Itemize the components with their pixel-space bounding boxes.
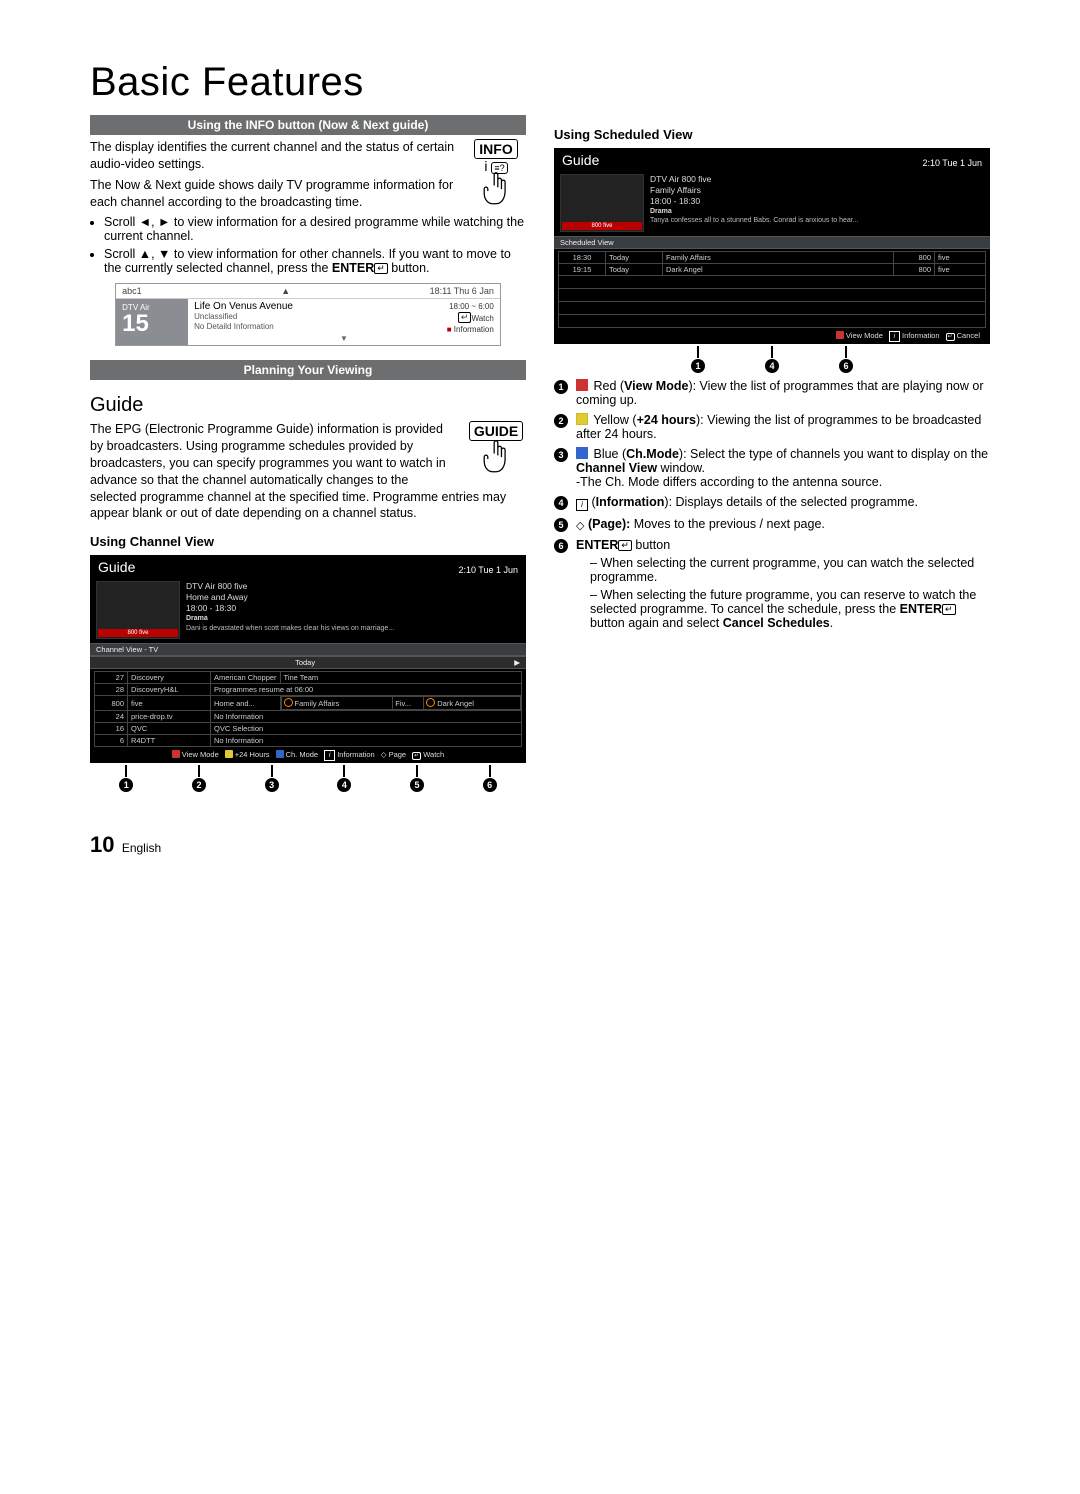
channel-view-box: Guide2:10 Tue 1 Jun 800 five DTV Air 800… — [90, 555, 526, 763]
page-number: 10 — [90, 832, 114, 857]
info-i-icon: i — [576, 499, 588, 511]
guide-button-graphic: GUIDE — [466, 421, 526, 482]
enter-icon: ↵ — [374, 263, 388, 274]
using-scheduled-view-h: Using Scheduled View — [554, 127, 990, 142]
yellow-square-icon — [576, 413, 588, 425]
using-channel-view-h: Using Channel View — [90, 534, 526, 549]
section-bar-info: Using the INFO button (Now & Next guide) — [90, 115, 526, 135]
guide-button-label: GUIDE — [469, 421, 523, 441]
info-bullet-1: Scroll ◄, ► to view information for a de… — [104, 215, 526, 243]
info-p2: The Now & Next guide shows daily TV prog… — [90, 177, 526, 211]
footer-lang: English — [122, 841, 161, 855]
footer: 10 English — [90, 832, 990, 858]
guide-heading: Guide — [90, 394, 526, 417]
blue-square-icon — [576, 447, 588, 459]
enter-icon: ↵ — [618, 540, 632, 551]
info-button-label: INFO — [474, 139, 517, 159]
info-button-graphic: INFO i ≡? — [466, 139, 526, 214]
guide-p1: The EPG (Electronic Programme Guide) inf… — [90, 421, 526, 522]
red-square-icon — [576, 379, 588, 391]
callout-notes: 1 Red (View Mode): View the list of prog… — [554, 379, 990, 634]
info-p1: The display identifies the current chann… — [90, 139, 526, 173]
page-arrow-icon: ◇ — [576, 519, 584, 532]
scheduled-view-box: Guide2:10 Tue 1 Jun 800 five DTV Air 800… — [554, 148, 990, 344]
hand-icon — [466, 171, 526, 214]
section-bar-plan: Planning Your Viewing — [90, 360, 526, 380]
info-panel: abc1 ▲ 18:11 Thu 6 Jan DTV Air 15 Life O… — [115, 283, 501, 347]
info-bullet-2: Scroll ▲, ▼ to view information for othe… — [104, 247, 526, 275]
hand-icon — [466, 439, 526, 482]
enter-icon: ↵ — [942, 604, 956, 615]
page-title: Basic Features — [90, 60, 990, 105]
